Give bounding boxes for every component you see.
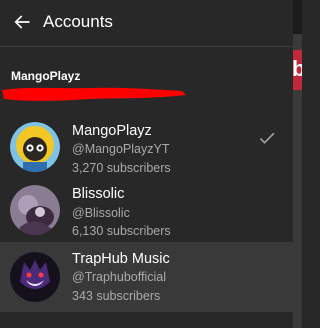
account-name: TrapHub Music	[72, 251, 170, 267]
account-name: Blissolic	[72, 186, 125, 202]
redaction-scribble	[2, 87, 186, 101]
subscriber-count: 3,270 subscribers	[72, 161, 171, 175]
avatar	[10, 252, 60, 302]
background-app-topbar	[293, 0, 302, 34]
background-logo-fragment: b	[293, 50, 302, 90]
owner-name: MangoPlayz	[11, 69, 81, 83]
header: Accounts	[0, 0, 293, 44]
account-handle: @MangoPlayzYT	[72, 142, 170, 156]
account-handle: @Traphubofficial	[72, 270, 166, 284]
back-button[interactable]	[0, 0, 44, 44]
accounts-panel: Accounts MangoPlayz MangoPlayz @MangoPla…	[0, 0, 293, 328]
page-title: Accounts	[43, 12, 113, 31]
checkmark-icon	[259, 132, 275, 144]
subscriber-count: 343 subscribers	[72, 289, 161, 303]
subscriber-count: 6,130 subscribers	[72, 224, 171, 238]
avatar	[10, 185, 60, 235]
avatar	[10, 122, 60, 172]
account-row-traphub-music[interactable]: TrapHub Music @Traphubofficial 343 subsc…	[0, 242, 293, 312]
account-row-mangoplayz[interactable]: MangoPlayz @MangoPlayzYT 3,270 subscribe…	[0, 113, 293, 177]
account-handle: @Blissolic	[72, 206, 130, 220]
header-divider	[0, 46, 293, 47]
arrow-left-icon	[14, 15, 30, 29]
account-row-blissolic[interactable]: Blissolic @Blissolic 6,130 subscribers	[0, 177, 293, 241]
account-name: MangoPlayz	[72, 123, 152, 139]
